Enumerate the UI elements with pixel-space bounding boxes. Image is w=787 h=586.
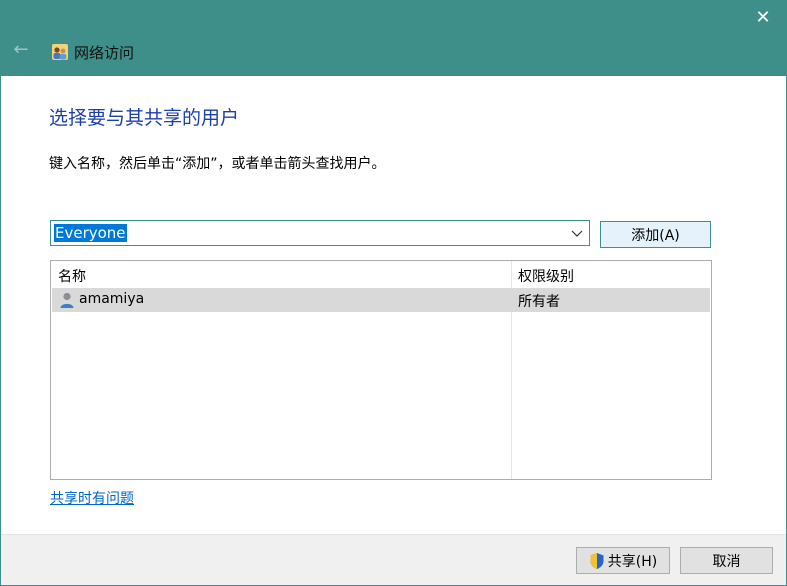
- share-button-label: 共享(H): [607, 553, 658, 570]
- network-users-icon: [52, 44, 68, 60]
- sharing-help-link[interactable]: 共享时有问题: [50, 488, 134, 508]
- window-title: 网络访问: [74, 44, 135, 62]
- column-header-name[interactable]: 名称: [58, 266, 86, 286]
- page-heading: 选择要与其共享的用户: [49, 107, 240, 129]
- uac-shield-icon: [590, 552, 604, 569]
- user-combobox-value[interactable]: Everyone: [54, 224, 127, 242]
- chevron-down-icon[interactable]: [569, 225, 585, 241]
- instruction-text: 键入名称，然后单击“添加”，或者单击箭头查找用户。: [49, 156, 386, 172]
- cancel-button[interactable]: 取消: [680, 547, 773, 574]
- footer-bar: 共享(H) 取消: [1, 534, 786, 585]
- title-bar: ✕ ← 网络访问: [1, 1, 786, 76]
- user-combobox[interactable]: Everyone: [50, 220, 590, 246]
- back-button[interactable]: ←: [9, 37, 33, 61]
- close-button[interactable]: ✕: [740, 1, 786, 33]
- column-header-permission[interactable]: 权限级别: [518, 266, 574, 286]
- share-button[interactable]: 共享(H): [576, 547, 670, 574]
- add-button[interactable]: 添加(A): [600, 221, 711, 248]
- sharing-dialog: ✕ ← 网络访问 选择要与其共享的用户 键入名称，然后单击“添加”，或者单击箭头…: [0, 0, 787, 586]
- back-arrow-icon: ←: [13, 38, 29, 60]
- close-icon: ✕: [755, 6, 771, 28]
- user-icon: [60, 292, 74, 308]
- table-row[interactable]: amamiya 所有者: [52, 288, 710, 312]
- row-user-name: amamiya: [79, 291, 145, 307]
- row-permission-level[interactable]: 所有者: [518, 291, 560, 311]
- user-list[interactable]: 名称 权限级别 amamiya 所有者: [50, 260, 712, 480]
